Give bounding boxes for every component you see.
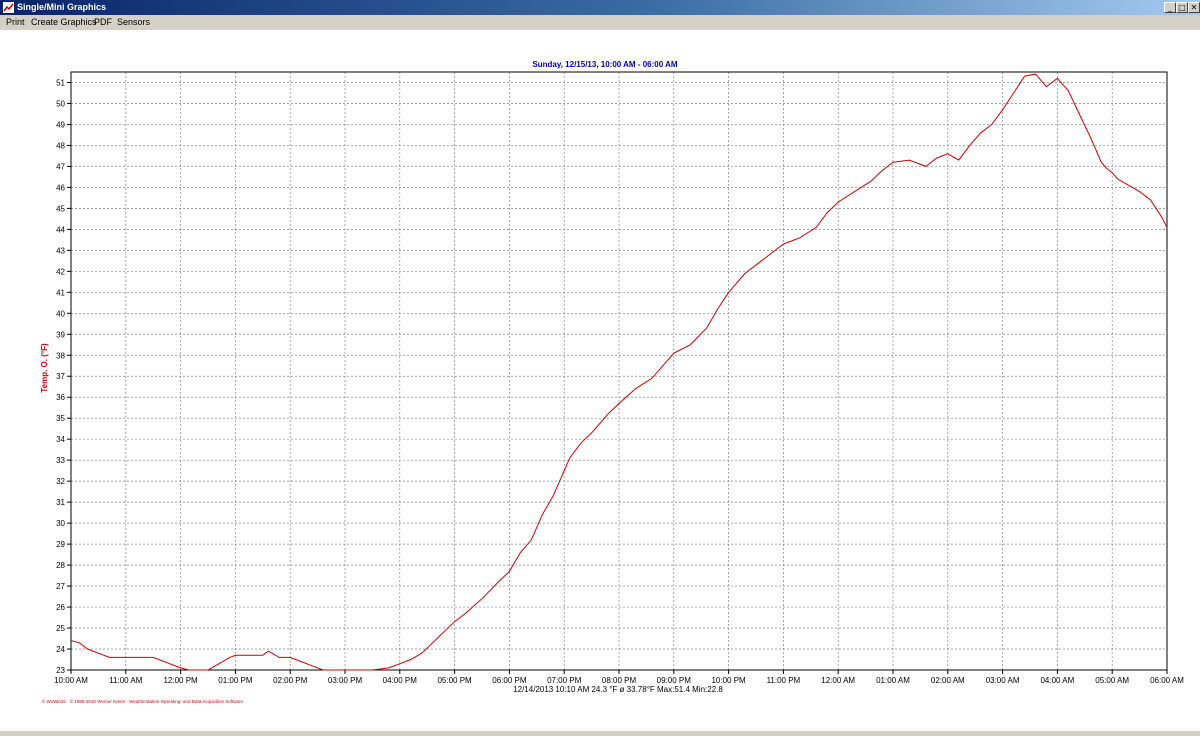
taskbar: [0, 730, 1200, 736]
y-tick-label: 46: [56, 183, 65, 192]
footer-stats: 12/14/2013 10:10 AM 24.3 °F ø 33.78°F Ma…: [513, 685, 723, 694]
close-button[interactable]: ✕: [1188, 2, 1200, 13]
maximize-icon: □: [1178, 3, 1186, 12]
y-tick-label: 50: [56, 99, 65, 108]
x-tick-label: 02:00 AM: [931, 676, 965, 685]
y-tick-label: 47: [56, 162, 65, 171]
x-tick-label: 12:00 PM: [163, 676, 198, 685]
minimize-button[interactable]: _: [1164, 2, 1176, 13]
x-tick-label: 06:00 AM: [1150, 676, 1184, 685]
menu-bar: Print Create Graphics PDF Sensors: [0, 15, 1200, 30]
x-tick-label: 08:00 PM: [602, 676, 637, 685]
y-tick-label: 31: [56, 498, 65, 507]
y-axis-label: Temp. O. (°F): [40, 343, 49, 393]
x-tick-label: 07:00 PM: [547, 676, 582, 685]
y-tick-label: 32: [56, 477, 65, 486]
y-tick-label: 40: [56, 309, 65, 318]
x-tick-label: 05:00 AM: [1095, 676, 1129, 685]
x-tick-label: 02:00 PM: [273, 676, 308, 685]
y-tick-label: 45: [56, 204, 65, 213]
window-title: Single/Mini Graphics: [17, 2, 107, 12]
y-tick-label: 29: [56, 540, 65, 549]
y-tick-label: 27: [56, 582, 65, 591]
x-axis: 10:00 AM 11:00 AM 12:00 PM 01:00 PM 02:00 PM…: [54, 670, 1184, 685]
copyright-text: © WsWin32 · © 1999-2010 Werner Krenn · W…: [42, 698, 244, 704]
y-tick-label: 48: [56, 141, 65, 150]
y-tick-label: 38: [56, 351, 65, 360]
y-tick-label: 49: [56, 120, 65, 129]
x-tick-label: 06:00 PM: [492, 676, 527, 685]
chart-title: Sunday, 12/15/13, 10:00 AM - 06:00 AM: [532, 60, 677, 69]
menu-sensors[interactable]: Sensors: [117, 17, 150, 28]
y-tick-label: 30: [56, 519, 65, 528]
x-tick-label: 04:00 PM: [383, 676, 418, 685]
x-tick-label: 05:00 PM: [437, 676, 472, 685]
temperature-chart: Sunday, 12/15/13, 10:00 AM - 06:00 AM Te…: [40, 60, 1184, 704]
y-tick-label: 44: [56, 225, 65, 234]
maximize-button[interactable]: □: [1176, 2, 1188, 13]
close-icon: ✕: [1190, 3, 1198, 12]
x-tick-label: 01:00 AM: [876, 676, 910, 685]
x-tick-label: 10:00 AM: [54, 676, 88, 685]
y-tick-label: 51: [56, 78, 65, 87]
y-tick-label: 39: [56, 330, 65, 339]
menu-print[interactable]: Print: [6, 17, 25, 28]
y-tick-label: 24: [56, 645, 65, 654]
app-icon: [3, 2, 14, 13]
y-tick-label: 43: [56, 246, 65, 255]
x-tick-label: 01:00 PM: [218, 676, 253, 685]
y-tick-label: 23: [56, 666, 65, 675]
x-tick-label: 12:00 AM: [821, 676, 855, 685]
y-tick-label: 25: [56, 624, 65, 633]
grid: [70, 72, 1168, 671]
x-tick-label: 11:00 PM: [767, 676, 801, 685]
menu-create-graphics[interactable]: Create Graphics: [31, 17, 97, 28]
y-tick-label: 36: [56, 393, 65, 402]
y-tick-label: 35: [56, 414, 65, 423]
x-tick-label: 10:00 PM: [711, 676, 746, 685]
y-tick-label: 42: [56, 267, 65, 276]
x-tick-label: 03:00 AM: [986, 676, 1020, 685]
title-bar[interactable]: Single/Mini Graphics _ □ ✕: [0, 0, 1200, 15]
y-tick-label: 26: [56, 603, 65, 612]
y-tick-label: 37: [56, 372, 65, 381]
minimize-icon: _: [1168, 3, 1172, 12]
x-tick-label: 03:00 PM: [328, 676, 363, 685]
y-axis: 23 24 25 26 27 28 29 30 31 32 33 34 35 36 37 38 39 40 41 42…: [56, 78, 71, 675]
x-tick-label: 09:00 PM: [657, 676, 692, 685]
menu-pdf[interactable]: PDF: [94, 17, 112, 28]
y-tick-label: 28: [56, 561, 65, 570]
y-tick-label: 34: [56, 435, 65, 444]
y-tick-label: 33: [56, 456, 65, 465]
y-tick-label: 41: [56, 288, 65, 297]
x-tick-label: 11:00 AM: [109, 676, 143, 685]
x-tick-label: 04:00 AM: [1040, 676, 1074, 685]
